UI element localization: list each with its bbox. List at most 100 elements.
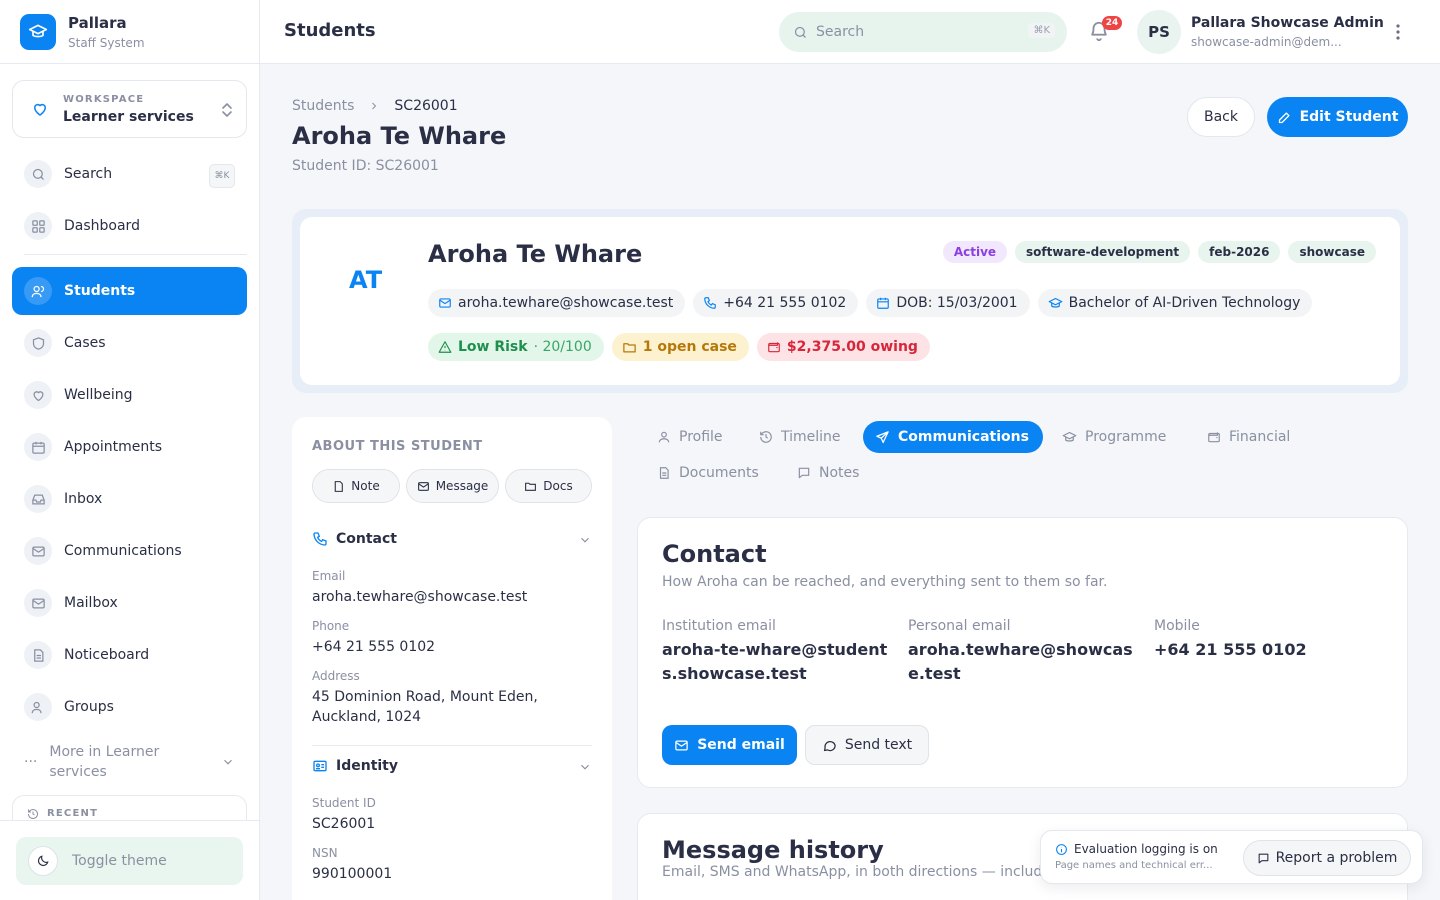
note-button[interactable]: Note <box>312 469 400 503</box>
tab-programme[interactable]: Programme <box>1050 421 1180 453</box>
avatar[interactable]: PS <box>1137 10 1181 54</box>
risk-score: · 20/100 <box>533 339 592 355</box>
search-input[interactable] <box>816 24 1016 40</box>
student-id-label: Student ID <box>312 796 376 810</box>
contact-card: Contact How Aroha can be reached, and ev… <box>637 517 1408 788</box>
wallet-icon <box>767 340 787 354</box>
folder-icon <box>524 480 543 493</box>
contact-heading: Contact <box>336 531 397 547</box>
comment-icon <box>797 466 819 480</box>
status-badge: Active <box>942 241 1008 263</box>
workspace-switcher[interactable]: WORKSPACE Learner services <box>12 80 247 138</box>
docs-button-label: Docs <box>543 479 573 493</box>
shield-icon <box>24 329 52 357</box>
sidebar-search[interactable]: Search ⌘K <box>12 150 247 198</box>
contact-section-toggle[interactable]: Contact <box>312 531 592 547</box>
report-problem-button[interactable]: Report a problem <box>1243 840 1411 876</box>
more-vertical-icon[interactable] <box>1388 22 1408 42</box>
about-student-panel: ABOUT THIS STUDENT Note Message Docs Con… <box>292 417 612 900</box>
search-icon <box>24 160 52 188</box>
risk-badge[interactable]: Low Risk · 20/100 <box>428 333 604 361</box>
sidebar-item-communications[interactable]: Communications <box>12 527 247 575</box>
message-button-label: Message <box>435 479 489 493</box>
dob-chip: DOB: 15/03/2001 <box>866 289 1030 317</box>
sidebar-search-label: Search <box>64 166 113 182</box>
top-bar: Students ⌘K 24 PS Pallara Showcase Admin… <box>260 0 1440 64</box>
tab-label: Communications <box>898 429 1029 445</box>
identity-section-toggle[interactable]: Identity <box>312 758 592 774</box>
history-icon <box>27 808 39 820</box>
edit-student-label: Edit Student <box>1299 109 1399 125</box>
search-icon <box>793 25 808 40</box>
toast-title-row: Evaluation logging is on <box>1055 842 1218 856</box>
personal-email-value[interactable]: aroha.tewhare@showcase.test <box>908 638 1140 686</box>
email-label: Email <box>312 569 346 583</box>
sidebar-item-students[interactable]: Students <box>12 267 247 315</box>
breadcrumb-root[interactable]: Students <box>292 98 354 114</box>
report-problem-label: Report a problem <box>1275 850 1398 866</box>
note-icon <box>332 480 351 493</box>
edit-student-button[interactable]: Edit Student <box>1267 97 1408 137</box>
cases-badge[interactable]: 1 open case <box>611 333 749 361</box>
owing-badge[interactable]: $2,375.00 owing <box>756 333 930 361</box>
brand[interactable]: Pallara Staff System <box>0 0 259 64</box>
back-button[interactable]: Back <box>1187 97 1255 137</box>
send-icon <box>875 430 898 445</box>
tab-communications[interactable]: Communications <box>863 421 1043 453</box>
phone-value: +64 21 555 0102 <box>723 295 847 311</box>
global-search[interactable]: ⌘K <box>779 12 1067 52</box>
more-in-workspace[interactable]: ··· More in Learner services <box>24 742 244 782</box>
tab-financial[interactable]: Financial <box>1195 421 1304 453</box>
sidebar-footer: Toggle theme <box>0 820 259 900</box>
id-card-icon <box>312 758 336 774</box>
student-id-text: Student ID: SC26001 <box>292 158 439 174</box>
toast-subtitle: Page names and technical err... <box>1055 860 1213 871</box>
tab-notes[interactable]: Notes <box>785 457 873 489</box>
document-icon <box>24 641 52 669</box>
workspace-name: Learner services <box>63 108 194 125</box>
send-text-button[interactable]: Send text <box>805 725 929 765</box>
sidebar-item-wellbeing[interactable]: Wellbeing <box>12 371 247 419</box>
programme-chip[interactable]: Bachelor of AI-Driven Technology <box>1037 289 1313 317</box>
sidebar-item-appointments[interactable]: Appointments <box>12 423 247 471</box>
tab-profile[interactable]: Profile <box>645 421 737 453</box>
sidebar-item-cases[interactable]: Cases <box>12 319 247 367</box>
email-chip[interactable]: aroha.tewhare@showcase.test <box>428 289 686 317</box>
sidebar-item-label: Inbox <box>64 491 103 507</box>
sidebar-item-dashboard[interactable]: Dashboard <box>12 202 247 250</box>
send-email-button[interactable]: Send email <box>662 725 797 765</box>
sidebar-item-noticeboard[interactable]: Noticeboard <box>12 631 247 679</box>
phone-chip[interactable]: +64 21 555 0102 <box>693 289 859 317</box>
programme-value: Bachelor of AI-Driven Technology <box>1068 295 1301 311</box>
chevron-down-icon <box>578 760 592 774</box>
ellipsis-icon: ··· <box>24 754 38 770</box>
address-value: 45 Dominion Road, Mount Eden, Auckland, … <box>312 689 538 725</box>
mobile-value[interactable]: +64 21 555 0102 <box>1154 638 1386 662</box>
sidebar-item-label: Noticeboard <box>64 647 150 663</box>
institution-email-value[interactable]: aroha-te-whare@students.showcase.test <box>662 638 894 686</box>
nsn-value: 990100001 <box>312 866 393 882</box>
owing-label: $2,375.00 owing <box>786 339 918 355</box>
tab-label: Notes <box>819 465 860 481</box>
sidebar-item-label: Appointments <box>64 439 163 455</box>
sidebar-item-label: Communications <box>64 543 182 559</box>
notifications-button[interactable]: 24 <box>1088 16 1122 46</box>
sidebar-item-label: Wellbeing <box>64 387 133 403</box>
tab-timeline[interactable]: Timeline <box>747 421 855 453</box>
sidebar-item-groups[interactable]: Groups <box>12 683 247 731</box>
message-button[interactable]: Message <box>406 469 499 503</box>
personal-email-label: Personal email <box>908 618 1011 634</box>
sidebar-item-inbox[interactable]: Inbox <box>12 475 247 523</box>
sidebar-item-mailbox[interactable]: Mailbox <box>12 579 247 627</box>
users-icon <box>24 277 52 305</box>
docs-button[interactable]: Docs <box>505 469 592 503</box>
tag-badge: software-development <box>1015 241 1191 263</box>
sidebar-item-label: Cases <box>64 335 106 351</box>
tab-documents[interactable]: Documents <box>645 457 773 489</box>
toggle-theme-button[interactable]: Toggle theme <box>16 837 243 885</box>
mail-icon <box>674 738 697 753</box>
calendar-clock-icon <box>24 433 52 461</box>
toast-title: Evaluation logging is on <box>1074 842 1218 856</box>
section-divider <box>312 745 592 746</box>
breadcrumb: Students SC26001 <box>292 98 458 114</box>
